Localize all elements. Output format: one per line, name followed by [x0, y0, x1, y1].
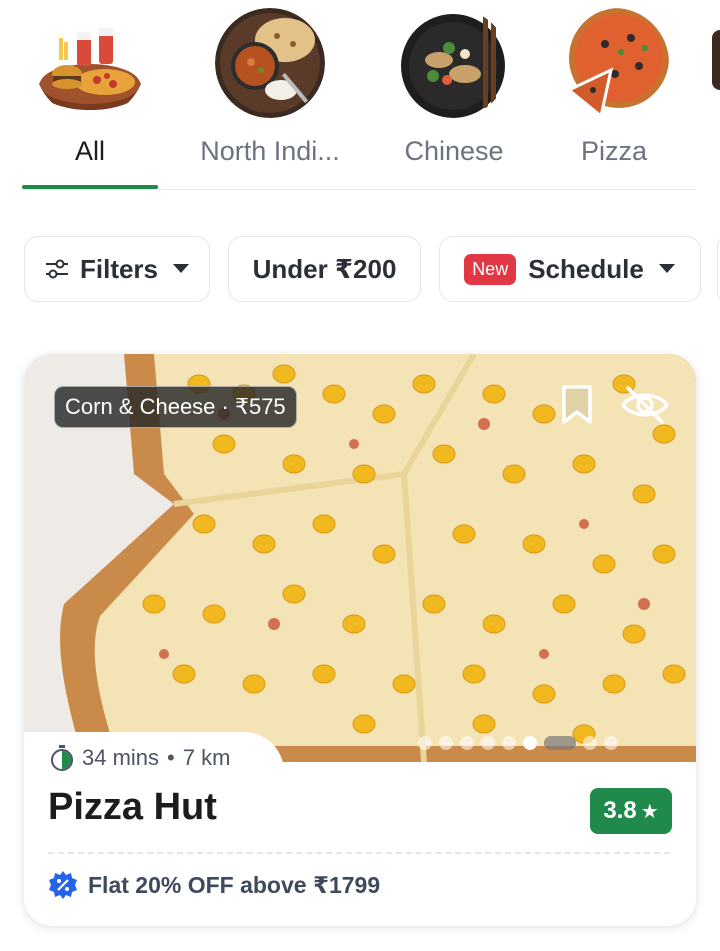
tabs-divider [22, 189, 696, 190]
new-badge: New [464, 253, 517, 285]
carousel-progress [544, 736, 576, 750]
carousel-dot [583, 736, 597, 750]
carousel-dot [460, 736, 474, 750]
carousel-dot-active [523, 736, 537, 750]
restaurant-image[interactable]: Corn & Cheese · ₹575 [24, 354, 696, 762]
delivery-eta: 34 mins • 7 km [24, 732, 284, 784]
category-tab-next-partial[interactable] [712, 30, 720, 90]
category-tab-label: Chinese [404, 136, 504, 166]
pizza-food-icon [559, 8, 669, 118]
dashed-divider [48, 852, 670, 854]
north-indian-food-icon [215, 8, 325, 118]
discount-icon [48, 870, 78, 900]
eye-off-icon [620, 385, 670, 430]
category-tab-label: Pizza [580, 136, 648, 166]
under-200-label: Under ₹200 [252, 253, 397, 284]
timer-icon [50, 745, 74, 771]
star-icon: ★ [640, 800, 659, 823]
eta-distance: 7 km [182, 745, 231, 770]
hide-button[interactable] [618, 380, 672, 434]
restaurant-card[interactable]: Corn & Cheese · ₹575 34 mins • 7 km Pizz… [24, 354, 696, 926]
category-tab-label: All [74, 136, 105, 166]
bookmark-button[interactable] [550, 380, 604, 434]
rating-value: 3.8 [603, 797, 637, 824]
bookmark-icon [560, 384, 594, 431]
all-food-icon [35, 8, 145, 118]
eta-time: 34 mins [82, 745, 160, 770]
dish-tag: Corn & Cheese · ₹575 [54, 386, 297, 428]
carousel-dot [481, 736, 495, 750]
category-tab-all[interactable]: All [20, 0, 160, 190]
carousel-dot [439, 736, 453, 750]
carousel-dot [418, 736, 432, 750]
offer-text: Flat 20% OFF above ₹1799 [88, 871, 381, 898]
category-tab-chinese[interactable]: Chinese [384, 0, 524, 190]
filters-label: Filters [79, 253, 159, 284]
category-tab-north-indian[interactable]: North Indi... [200, 0, 340, 190]
chevron-down-icon [172, 263, 190, 275]
schedule-button[interactable]: New Schedule [439, 236, 701, 302]
offer-row: Flat 20% OFF above ₹1799 [48, 870, 380, 900]
sliders-icon [44, 258, 70, 280]
carousel-dot [604, 736, 618, 750]
carousel-dot [502, 736, 516, 750]
schedule-label: Schedule [528, 253, 644, 284]
rating-badge: 3.8 ★ [590, 788, 672, 834]
category-tab-pizza[interactable]: Pizza [544, 0, 684, 190]
restaurant-name[interactable]: Pizza Hut [48, 786, 217, 829]
filters-button[interactable]: Filters [24, 236, 210, 302]
chinese-food-icon [399, 8, 509, 118]
category-tab-label: North Indi... [200, 136, 340, 166]
under-200-filter[interactable]: Under ₹200 [228, 236, 421, 302]
chevron-down-icon [658, 263, 676, 275]
active-tab-indicator [22, 185, 158, 189]
image-carousel-dots [418, 736, 625, 750]
filter-chips: Filters Under ₹200 New Schedule [0, 236, 720, 304]
category-tabs: All North Indi... Chinese Pizza [0, 0, 720, 192]
